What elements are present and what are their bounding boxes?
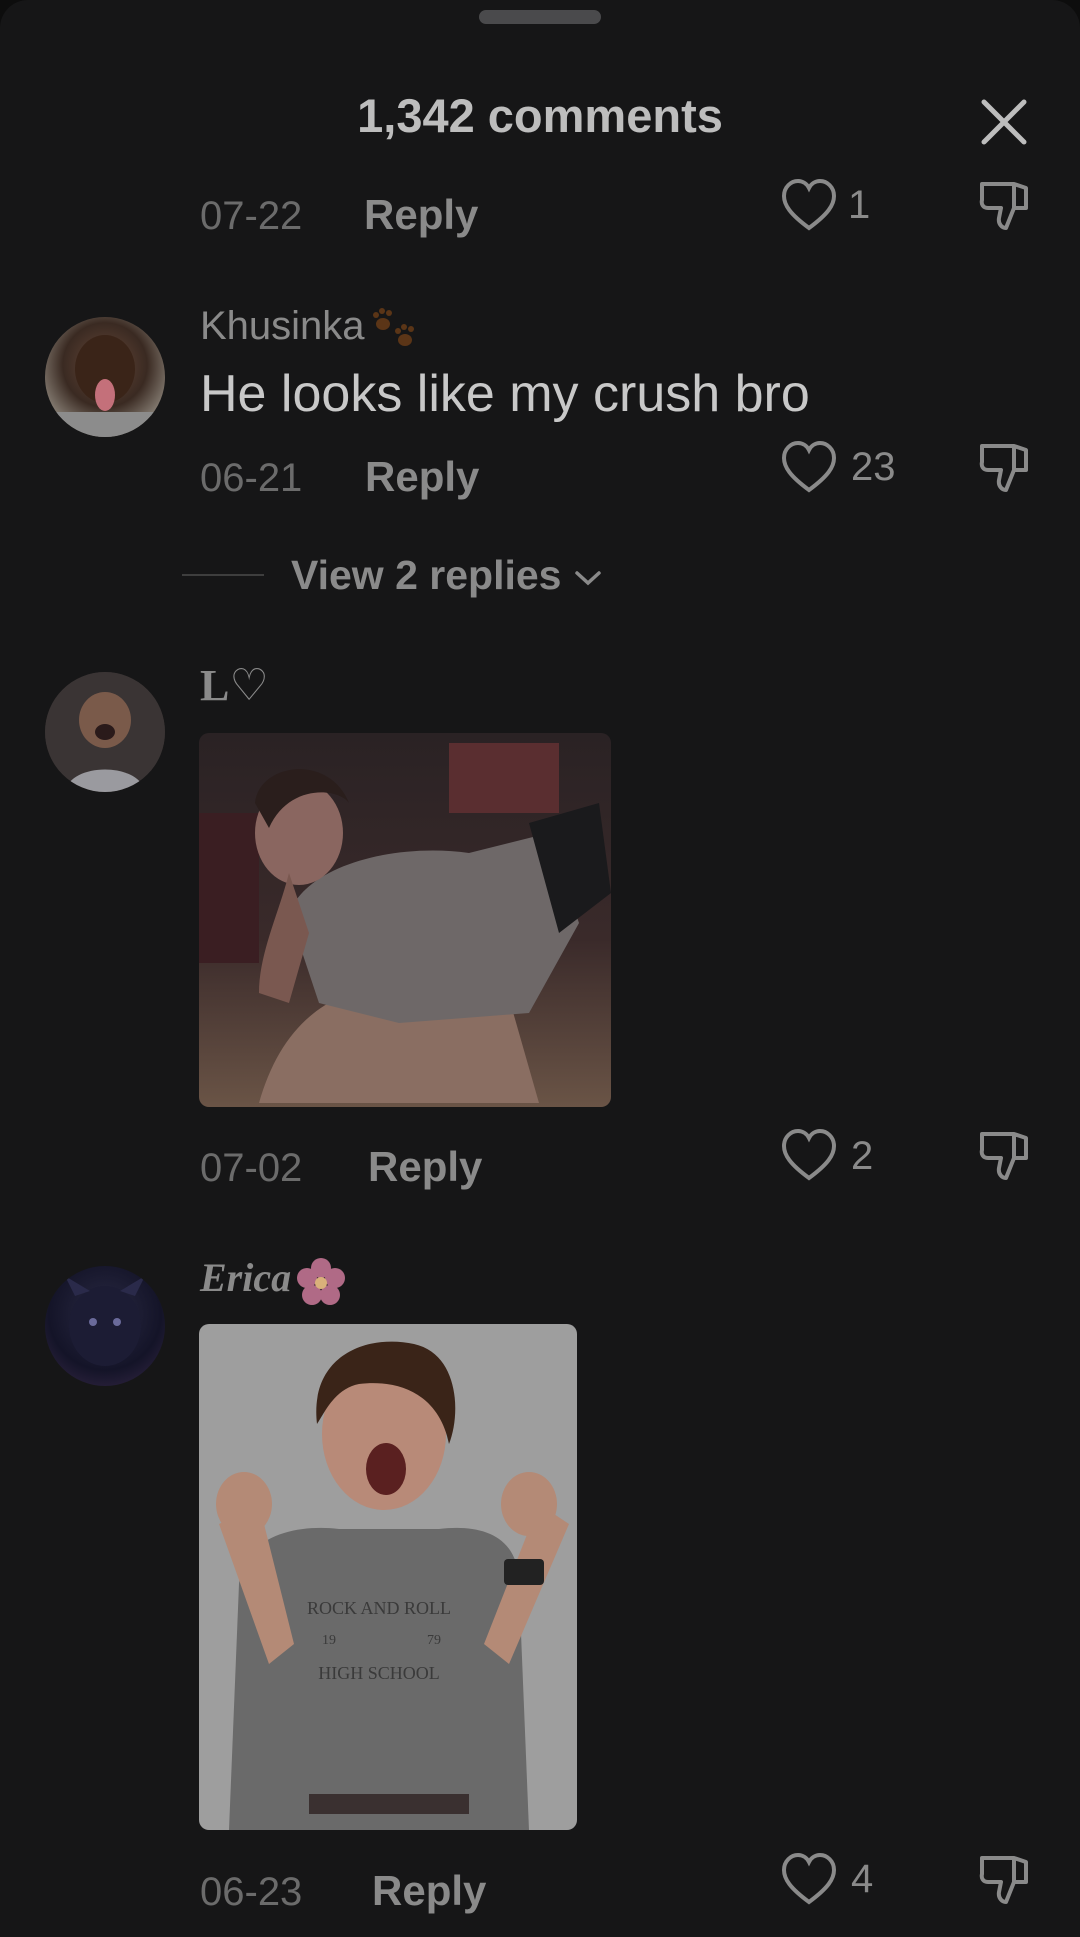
comment-date: 07-02 bbox=[200, 1146, 303, 1190]
comment-image[interactable]: ROCK AND ROLL 19 79 HIGH SCHOOL bbox=[199, 1324, 577, 1830]
comment-date: 06-23 bbox=[200, 1870, 303, 1914]
dislike-icon[interactable] bbox=[976, 440, 1032, 501]
sheet-grabber[interactable] bbox=[479, 10, 601, 24]
like-count: 1 bbox=[848, 183, 871, 227]
comments-sheet: 1,342 comments 07-22 Reply 1 Khusinka He… bbox=[0, 0, 1080, 1937]
dislike-icon[interactable] bbox=[976, 178, 1032, 239]
shirt-print-year-right: 79 bbox=[427, 1633, 441, 1648]
heart-icon[interactable] bbox=[780, 1852, 838, 1911]
replies-divider bbox=[182, 574, 264, 576]
dislike-icon[interactable] bbox=[976, 1852, 1032, 1913]
shirt-print-bottom: HIGH SCHOOL bbox=[318, 1663, 440, 1683]
avatar[interactable] bbox=[45, 672, 165, 792]
reply-button[interactable]: Reply bbox=[372, 1867, 486, 1915]
cherry-blossom-icon bbox=[291, 1255, 347, 1305]
like-count: 23 bbox=[851, 445, 896, 489]
comment-text: He looks like my crush bro bbox=[200, 365, 810, 423]
avatar[interactable] bbox=[45, 1266, 165, 1386]
comment-username: Khusinka bbox=[200, 304, 423, 352]
heart-icon[interactable] bbox=[780, 1128, 838, 1187]
heart-icon[interactable] bbox=[780, 178, 838, 237]
comment-image[interactable] bbox=[199, 733, 611, 1107]
comment-date: 06-21 bbox=[200, 456, 303, 500]
view-replies-button[interactable]: View 2 replies bbox=[291, 552, 603, 599]
like-count: 2 bbox=[851, 1134, 874, 1178]
reply-button[interactable]: Reply bbox=[368, 1143, 482, 1191]
comment-date: 07-22 bbox=[200, 194, 303, 238]
comment-username: Erica bbox=[200, 1254, 347, 1308]
like-count: 4 bbox=[851, 1857, 874, 1901]
chevron-down-icon bbox=[573, 552, 603, 598]
shirt-print-year-left: 19 bbox=[322, 1633, 336, 1648]
view-replies-label: View 2 replies bbox=[291, 552, 562, 598]
comment-username: L♡ bbox=[200, 661, 269, 710]
comments-count-title: 1,342 comments bbox=[357, 89, 723, 142]
username-text: Erica bbox=[200, 1255, 292, 1300]
shirt-print-top: ROCK AND ROLL bbox=[307, 1598, 451, 1618]
reply-button[interactable]: Reply bbox=[364, 191, 478, 239]
heart-icon[interactable] bbox=[780, 440, 838, 499]
avatar[interactable] bbox=[45, 317, 165, 437]
reply-button[interactable]: Reply bbox=[365, 453, 479, 501]
username-text: Khusinka bbox=[200, 304, 365, 348]
close-icon[interactable] bbox=[978, 96, 1030, 148]
dislike-icon[interactable] bbox=[976, 1128, 1032, 1189]
paw-prints-icon bbox=[365, 304, 423, 348]
